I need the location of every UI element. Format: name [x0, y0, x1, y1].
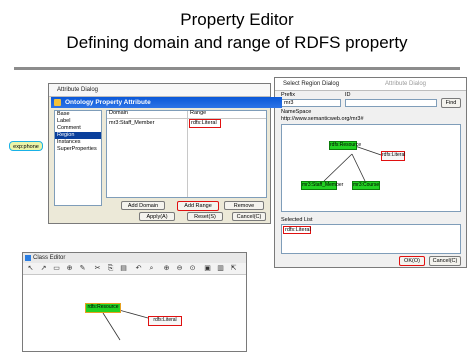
- add-domain-button[interactable]: Add Domain: [121, 201, 165, 210]
- region-node-resource-label: rdfs:Resource: [330, 142, 362, 148]
- nav-item-region[interactable]: Region: [55, 132, 101, 139]
- find-button[interactable]: Find: [441, 98, 461, 108]
- namespace-value: http://www.semanticweb.org/mr3#: [281, 116, 364, 122]
- namespace-label: NameSpace: [281, 109, 312, 115]
- selected-item-label: rdfs:Literal: [285, 227, 311, 233]
- title-divider: [14, 67, 460, 70]
- region-cancel-button[interactable]: Cancel(C): [429, 256, 461, 266]
- domain-list-item[interactable]: mr3:Staff_Member: [109, 120, 154, 127]
- nav-item-label[interactable]: Label: [55, 118, 101, 125]
- slide-title-line2: Defining domain and range of RDFS proper…: [66, 33, 408, 52]
- region-node-staff-label: mr3:Staff_Member: [302, 182, 344, 188]
- region-node-course[interactable]: mr3:Course: [352, 181, 380, 190]
- range-list-item-label: rdfs:Literal: [191, 120, 217, 126]
- prefix-label: Prefix: [281, 92, 296, 98]
- nav-item-instances[interactable]: Instances: [55, 139, 101, 146]
- class-editor-edges: [102, 309, 149, 341]
- range-list-item[interactable]: rdfs:Literal: [189, 119, 221, 128]
- header-icon: [54, 99, 61, 106]
- region-graph-edges: [323, 144, 385, 182]
- ontology-property-title: Ontology Property Attribute: [65, 99, 151, 106]
- prefix-value: mr3: [284, 100, 294, 106]
- selected-list-label: Selected List: [281, 217, 313, 223]
- region-node-literal[interactable]: rdfs:Literal: [381, 151, 405, 161]
- reset-button[interactable]: Reset(S): [187, 212, 223, 221]
- domain-header: Domain: [109, 110, 128, 116]
- nav-item-base[interactable]: Base: [55, 111, 101, 118]
- attribute-dialog-titlebar[interactable]: Attribute Dialog: [49, 84, 270, 97]
- slide-title-line1: Property Editor: [180, 10, 294, 29]
- id-input[interactable]: [345, 99, 437, 107]
- region-node-resource[interactable]: rdfs:Resource: [329, 141, 361, 150]
- region-dialog-titlebar[interactable]: Select Region Dialog Attribute Dialog: [275, 78, 466, 91]
- floating-node[interactable]: exp:phone: [9, 141, 43, 151]
- add-range-button[interactable]: Add Range: [177, 201, 219, 211]
- attribute-dialog-title: Attribute Dialog: [57, 87, 99, 93]
- selected-list-item[interactable]: rdfs:Literal: [283, 226, 311, 234]
- floating-node-label: exp:phone: [13, 144, 39, 150]
- ontology-property-header: Ontology Property Attribute: [51, 97, 282, 108]
- apply-button[interactable]: Apply(A): [139, 212, 175, 221]
- region-node-literal-label: rdfs:Literal: [382, 152, 406, 158]
- attribute-dialog: Attribute Dialog Ontology Property Attri…: [48, 83, 282, 224]
- class-node-literal-label: rdfs:Literal: [153, 317, 177, 323]
- header-divider: [107, 118, 266, 119]
- nav-item-comment[interactable]: Comment: [55, 125, 101, 132]
- cancel-button[interactable]: Cancel(C): [232, 212, 266, 221]
- selected-list[interactable]: rdfs:Literal: [281, 224, 461, 254]
- class-editor-window: Class Editor ↖ ↗ ▭ ⊕ ✎ ✂ ⎘ ▤ ↶ ⌕ ⊕ ⊖ ⊙ ▣…: [22, 252, 247, 352]
- remove-button[interactable]: Remove: [224, 201, 264, 210]
- class-node-resource[interactable]: rdfs:Resource: [85, 303, 121, 313]
- class-node-resource-label: rdfs:Resource: [87, 304, 119, 310]
- select-region-dialog: Select Region Dialog Attribute Dialog Pr…: [274, 77, 467, 268]
- nav-item-superproperties[interactable]: SuperProperties: [55, 146, 101, 153]
- region-ok-button[interactable]: OK(O): [399, 256, 425, 266]
- region-node-course-label: mr3:Course: [353, 182, 380, 188]
- region-panel: Domain Range mr3:Staff_Member rdfs:Liter…: [106, 110, 267, 198]
- column-divider: [187, 111, 188, 197]
- region-dialog-title: Select Region Dialog: [283, 81, 340, 87]
- region-graph-area[interactable]: rdfs:Resource rdfs:Literal mr3:Staff_Mem…: [281, 124, 461, 212]
- attribute-nav-list: Base Label Comment Region Instances Supe…: [54, 110, 102, 206]
- region-node-staff[interactable]: mr3:Staff_Member: [301, 181, 343, 190]
- prefix-select[interactable]: mr3: [281, 99, 341, 107]
- region-inactive-title: Attribute Dialog: [385, 81, 427, 87]
- id-label: ID: [345, 92, 351, 98]
- range-header: Range: [190, 110, 207, 116]
- class-node-literal[interactable]: rdfs:Literal: [148, 316, 182, 326]
